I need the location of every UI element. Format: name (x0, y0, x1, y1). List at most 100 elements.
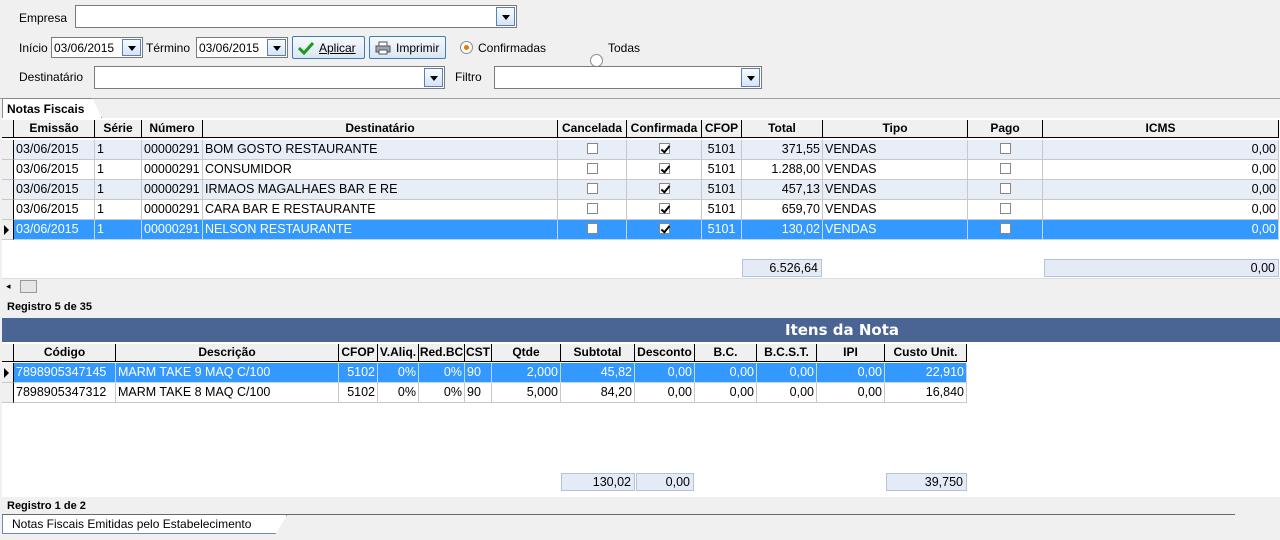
checkbox-confirmada[interactable] (659, 143, 670, 154)
table-row[interactable]: 03/06/2015 1 00000291 CARA BAR E RESTAURANT… (14, 200, 1279, 220)
cell-ipi: 0,00 (817, 383, 885, 403)
aplicar-button[interactable]: Aplicar (292, 36, 365, 59)
cell-serie: 1 (95, 180, 142, 200)
cell-subtotal: 84,20 (561, 383, 635, 403)
cell-icms: 0,00 (1043, 220, 1279, 240)
scrollbar-thumb[interactable] (20, 280, 37, 293)
table-row[interactable]: 7898905347312 MARM TAKE 8 MAQ C/100 5102 0%… (14, 383, 967, 403)
chevron-down-icon[interactable] (424, 68, 443, 87)
cell-cst-text: 90 (467, 365, 481, 379)
column-header-custo[interactable]: Custo Unit. (885, 344, 967, 362)
cell-icms: 0,00 (1043, 160, 1279, 180)
table-row[interactable]: 7898905347145 MARM TAKE 9 MAQ C/100 5102 0%… (14, 363, 967, 383)
column-header-cfop[interactable]: CFOP (339, 344, 378, 362)
chevron-down-icon[interactable] (496, 7, 515, 26)
checkbox-cancelada[interactable] (587, 223, 598, 234)
cell-cfop-text: 5101 (707, 222, 736, 236)
column-header-qtde[interactable]: Qtde (492, 344, 561, 362)
column-header-redbc[interactable]: Red.BC (419, 344, 465, 362)
column-header-pago[interactable]: Pago (968, 120, 1043, 138)
destinatario-label: Destinatário (19, 70, 84, 84)
empresa-combo[interactable] (75, 5, 517, 28)
checkbox-pago[interactable] (1000, 203, 1011, 214)
column-header-ipi[interactable]: IPI (817, 344, 885, 362)
calendar-dropdown-icon[interactable] (122, 39, 141, 56)
checkbox-confirmada[interactable] (659, 203, 670, 214)
cell-descricao-text: MARM TAKE 9 MAQ C/100 (118, 365, 271, 379)
column-header-cancelada[interactable]: Cancelada (558, 120, 627, 138)
column-header-desconto[interactable]: Desconto (635, 344, 695, 362)
cell-icms-text: 0,00 (1251, 162, 1276, 176)
cell-redbc-text: 0% (443, 365, 462, 379)
cell-serie-text: 1 (97, 142, 104, 156)
column-header-serie[interactable]: Série (95, 120, 142, 138)
column-header-subtotal[interactable]: Subtotal (561, 344, 635, 362)
cell-custo: 22,910 (885, 363, 967, 383)
cell-emissao-text: 03/06/2015 (16, 162, 79, 176)
cell-icms-text: 0,00 (1251, 142, 1276, 156)
column-header-descricao[interactable]: Descrição (116, 344, 339, 362)
termino-date-field[interactable]: 03/06/2015 (196, 37, 288, 58)
column-header-destinatario[interactable]: Destinatário (203, 120, 558, 138)
cell-cfop: 5101 (702, 220, 742, 240)
column-header-icms[interactable]: ICMS (1043, 120, 1279, 138)
column-header-bcst[interactable]: B.C.S.T. (757, 344, 817, 362)
chevron-down-icon[interactable] (741, 68, 760, 87)
column-header-emissao[interactable]: Emissão (14, 120, 95, 138)
column-header-codigo[interactable]: Código (14, 344, 116, 362)
cell-icms: 0,00 (1043, 180, 1279, 200)
destinatario-combo[interactable] (94, 66, 445, 89)
checkbox-pago[interactable] (1000, 183, 1011, 194)
calendar-dropdown-icon[interactable] (267, 39, 286, 56)
cell-redbc-text: 0% (443, 385, 462, 399)
cell-descricao-text: MARM TAKE 8 MAQ C/100 (118, 385, 271, 399)
cell-bcst: 0,00 (757, 363, 817, 383)
checkbox-pago[interactable] (1000, 143, 1011, 154)
cell-custo-text: 16,840 (925, 385, 964, 399)
column-header-numero[interactable]: Número (142, 120, 203, 138)
checkbox-pago[interactable] (1000, 163, 1011, 174)
column-header-cst[interactable]: CST (465, 344, 492, 362)
table-row[interactable]: 03/06/2015 1 00000291 BOM GOSTO RESTAURANTE… (14, 140, 1279, 160)
imprimir-button[interactable]: Imprimir (369, 36, 446, 59)
cell-bcst: 0,00 (757, 383, 817, 403)
scroll-left-icon[interactable]: ◂ (6, 281, 11, 292)
cell-serie: 1 (95, 140, 142, 160)
cell-valiq: 0% (378, 363, 419, 383)
table-row[interactable]: 03/06/2015 1 00000291 CONSUMIDOR 5101 1.288,0… (14, 160, 1279, 180)
check-icon (298, 41, 314, 55)
column-header-bc[interactable]: B.C. (695, 344, 757, 362)
cell-tipo: VENDAS (823, 200, 968, 220)
checkbox-confirmada[interactable] (659, 183, 670, 194)
tab-notas-fiscais[interactable]: Notas Fiscais (2, 98, 102, 118)
checkbox-confirmada[interactable] (659, 223, 670, 234)
checkbox-cancelada[interactable] (587, 203, 598, 214)
table-row[interactable]: 03/06/2015 1 00000291 NELSON RESTAURANTE 510… (14, 220, 1279, 240)
checkbox-pago[interactable] (1000, 223, 1011, 234)
cell-emissao: 03/06/2015 (14, 200, 95, 220)
column-header-tipo[interactable]: Tipo (823, 120, 968, 138)
table-row[interactable]: 03/06/2015 1 00000291 IRMAOS MAGALHAES BAR … (14, 180, 1279, 200)
checkbox-cancelada[interactable] (587, 183, 598, 194)
cell-tipo-text: VENDAS (825, 162, 877, 176)
cell-valiq-text: 0% (397, 385, 416, 399)
checkbox-cancelada[interactable] (587, 163, 598, 174)
cell-qtde-text: 5,000 (526, 385, 558, 399)
column-header-cfop[interactable]: CFOP (702, 120, 742, 138)
cell-icms-text: 0,00 (1251, 202, 1276, 216)
filtro-combo[interactable] (494, 66, 762, 89)
cell-destinatario: NELSON RESTAURANTE (203, 220, 558, 240)
horizontal-scrollbar[interactable]: ◂ (2, 278, 1280, 294)
cell-numero-text: 00000291 (144, 222, 200, 236)
column-header-confirmada[interactable]: Confirmada (627, 120, 702, 138)
cell-qtde-text: 2,000 (526, 365, 558, 379)
column-header-valiq[interactable]: V.Aliq. (378, 344, 419, 362)
tab-notas-emitidas[interactable]: Notas Fiscais Emitidas pelo Estabelecime… (2, 515, 287, 534)
cell-descricao: MARM TAKE 8 MAQ C/100 (116, 383, 339, 403)
cell-cfop-text: 5102 (347, 385, 375, 399)
checkbox-confirmada[interactable] (659, 163, 670, 174)
inicio-date-field[interactable]: 03/06/2015 (51, 37, 143, 58)
confirmadas-radio[interactable] (460, 41, 473, 54)
column-header-total[interactable]: Total (742, 120, 823, 138)
checkbox-cancelada[interactable] (587, 143, 598, 154)
